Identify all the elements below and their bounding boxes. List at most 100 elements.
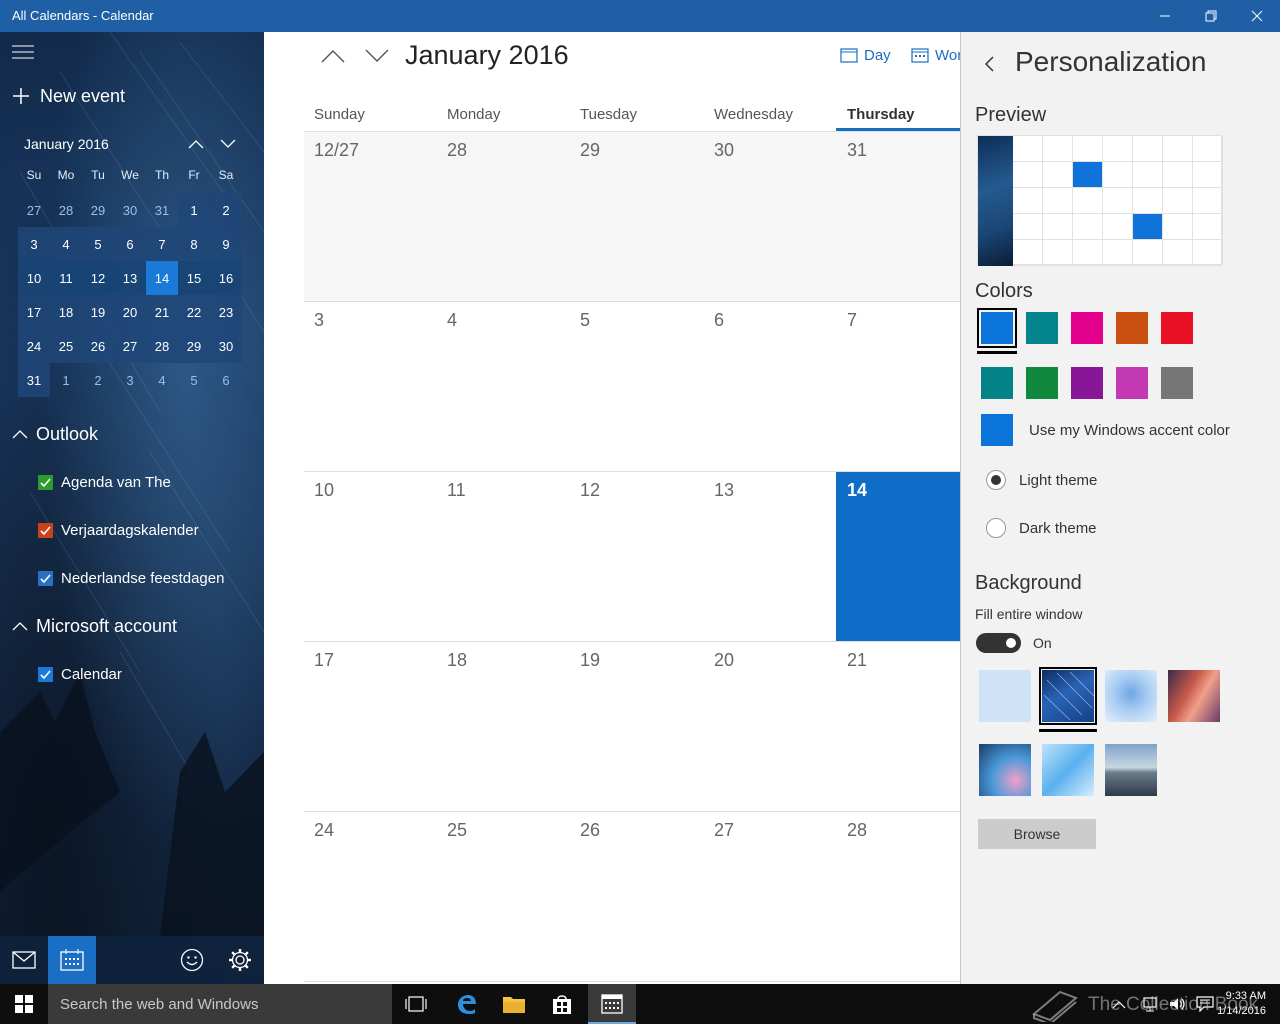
color-swatch[interactable] xyxy=(1116,312,1148,344)
day-cell[interactable]: 7 xyxy=(837,302,960,472)
mini-calendar-day[interactable]: 26 xyxy=(82,329,114,363)
mini-calendar-day[interactable]: 13 xyxy=(114,261,146,295)
day-cell[interactable]: 25 xyxy=(437,812,570,982)
mini-calendar-day[interactable]: 5 xyxy=(82,227,114,261)
mini-calendar-day[interactable]: 31 xyxy=(18,363,50,397)
light-theme-label[interactable]: Light theme xyxy=(1019,472,1097,489)
mini-calendar-day[interactable]: 29 xyxy=(178,329,210,363)
restore-button[interactable] xyxy=(1188,0,1234,32)
mini-calendar-prev-button[interactable] xyxy=(184,132,208,156)
mini-calendar-day[interactable]: 4 xyxy=(146,363,178,397)
background-thumb-light-blue[interactable] xyxy=(979,670,1031,722)
mini-calendar-day[interactable]: 27 xyxy=(114,329,146,363)
color-swatch[interactable] xyxy=(1071,367,1103,399)
mini-calendar-day[interactable]: 21 xyxy=(146,295,178,329)
mini-calendar-day[interactable]: 6 xyxy=(114,227,146,261)
taskbar-search-input[interactable] xyxy=(48,984,392,1024)
calendar-app-button[interactable] xyxy=(588,984,636,1024)
mini-calendar-day[interactable]: 9 xyxy=(210,227,242,261)
minimize-button[interactable] xyxy=(1142,0,1188,32)
day-cell[interactable]: 28 xyxy=(837,812,960,982)
color-swatch[interactable] xyxy=(1161,312,1193,344)
dark-theme-radio[interactable] xyxy=(986,518,1006,538)
start-button[interactable] xyxy=(0,984,48,1024)
mini-calendar-day[interactable]: 8 xyxy=(178,227,210,261)
mini-calendar-day[interactable]: 16 xyxy=(210,261,242,295)
mini-calendar-day[interactable]: 20 xyxy=(114,295,146,329)
day-cell[interactable]: 27 xyxy=(704,812,837,982)
checkbox[interactable] xyxy=(38,474,53,490)
calendar-item-agenda-van-the[interactable]: Agenda van The xyxy=(38,472,171,492)
task-view-button[interactable] xyxy=(392,984,440,1024)
close-button[interactable] xyxy=(1234,0,1280,32)
checkbox[interactable] xyxy=(38,570,53,586)
mini-calendar-day[interactable]: 5 xyxy=(178,363,210,397)
background-thumb-polygons[interactable] xyxy=(1042,744,1094,796)
day-cell[interactable]: 4 xyxy=(437,302,570,472)
day-cell[interactable]: 19 xyxy=(570,642,703,812)
calendar-item-calendar[interactable]: Calendar xyxy=(38,664,122,684)
day-cell[interactable]: 11 xyxy=(437,472,570,642)
mini-calendar-day[interactable]: 14 xyxy=(146,261,178,295)
day-cell[interactable]: 21 xyxy=(837,642,960,812)
mini-calendar-day[interactable]: 2 xyxy=(82,363,114,397)
mini-calendar-day[interactable]: 23 xyxy=(210,295,242,329)
day-cell[interactable]: 26 xyxy=(570,812,703,982)
mini-calendar-day[interactable]: 19 xyxy=(82,295,114,329)
background-thumb-tree[interactable] xyxy=(1105,670,1157,722)
mini-calendar-day[interactable]: 29 xyxy=(82,193,114,227)
color-swatch[interactable] xyxy=(1161,367,1193,399)
checkbox[interactable] xyxy=(38,522,53,538)
mini-calendar-day[interactable]: 24 xyxy=(18,329,50,363)
mini-calendar-day[interactable]: 2 xyxy=(210,193,242,227)
mini-calendar-day[interactable]: 17 xyxy=(18,295,50,329)
mini-calendar-day[interactable]: 22 xyxy=(178,295,210,329)
menu-button[interactable] xyxy=(12,44,34,60)
day-cell[interactable]: 10 xyxy=(304,472,437,642)
day-cell[interactable]: 31 xyxy=(837,132,960,302)
accent-color-option[interactable]: Use my Windows accent color xyxy=(1029,422,1230,439)
background-thumb-canyon[interactable] xyxy=(1168,670,1220,722)
color-swatch[interactable] xyxy=(1026,312,1058,344)
day-cell[interactable]: 28 xyxy=(437,132,570,302)
background-thumb-lake[interactable] xyxy=(1105,744,1157,796)
windows-accent-color-swatch[interactable] xyxy=(981,414,1013,446)
new-event-button[interactable]: New event xyxy=(12,84,125,108)
mini-calendar-day[interactable]: 31 xyxy=(146,193,178,227)
day-cell[interactable]: 13 xyxy=(704,472,837,642)
color-swatch[interactable] xyxy=(1026,367,1058,399)
mini-calendar-day[interactable]: 1 xyxy=(178,193,210,227)
mini-calendar-day[interactable]: 28 xyxy=(50,193,82,227)
mini-calendar-day[interactable]: 3 xyxy=(114,363,146,397)
edge-button[interactable] xyxy=(442,984,490,1024)
mini-calendar-day[interactable]: 7 xyxy=(146,227,178,261)
mini-calendar-day[interactable]: 4 xyxy=(50,227,82,261)
mini-calendar-day[interactable]: 28 xyxy=(146,329,178,363)
calendar-item-nederlandse-feestdagen[interactable]: Nederlandse feestdagen xyxy=(38,568,224,588)
light-theme-radio[interactable] xyxy=(986,470,1006,490)
store-button[interactable] xyxy=(538,984,586,1024)
mini-calendar-day[interactable]: 10 xyxy=(18,261,50,295)
group-microsoft-account[interactable]: Microsoft account xyxy=(12,614,177,638)
checkbox[interactable] xyxy=(38,666,53,682)
group-outlook[interactable]: Outlook xyxy=(12,422,98,446)
day-cell[interactable]: 14 xyxy=(837,472,960,642)
day-view-button[interactable]: Day xyxy=(840,44,891,66)
back-button[interactable] xyxy=(979,52,999,76)
mini-calendar-day[interactable]: 30 xyxy=(114,193,146,227)
settings-button[interactable] xyxy=(216,936,264,984)
day-cell[interactable]: 24 xyxy=(304,812,437,982)
day-cell[interactable]: 3 xyxy=(304,302,437,472)
work-week-view-button[interactable]: Wor xyxy=(911,44,960,66)
color-swatch[interactable] xyxy=(1116,367,1148,399)
day-cell[interactable]: 30 xyxy=(704,132,837,302)
mini-calendar-day[interactable]: 6 xyxy=(210,363,242,397)
mail-button[interactable] xyxy=(0,936,48,984)
mini-calendar-day[interactable]: 27 xyxy=(18,193,50,227)
day-cell[interactable]: 6 xyxy=(704,302,837,472)
feedback-button[interactable] xyxy=(168,936,216,984)
day-cell[interactable]: 18 xyxy=(437,642,570,812)
mini-calendar-day[interactable]: 11 xyxy=(50,261,82,295)
browse-button[interactable]: Browse xyxy=(978,819,1096,849)
next-month-button[interactable] xyxy=(362,44,392,68)
